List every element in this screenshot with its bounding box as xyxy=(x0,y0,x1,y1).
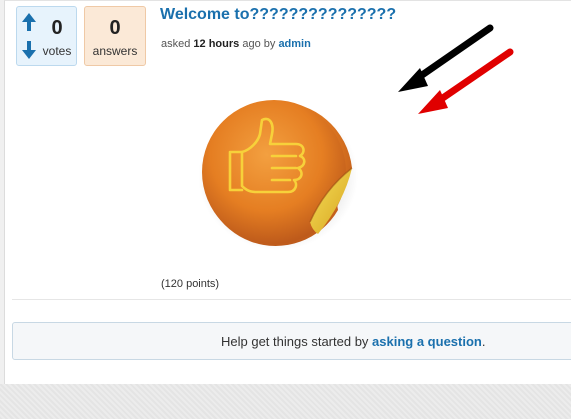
red-arrow-icon xyxy=(418,48,514,114)
meta-time: 12 hours xyxy=(193,38,240,50)
author-points: (120 points) xyxy=(161,278,220,290)
votes-label: votes xyxy=(42,44,72,58)
question-title-link[interactable]: Welcome to??????????????? xyxy=(160,6,396,24)
answers-label: answers xyxy=(92,44,138,58)
annotation-arrows xyxy=(398,24,514,114)
question-meta: asked 12 hours ago by admin xyxy=(161,38,311,50)
black-arrow-icon xyxy=(398,24,494,92)
answers-count: 0 xyxy=(109,17,121,39)
votes-count: 0 xyxy=(51,17,63,39)
arrow-down-icon[interactable] xyxy=(22,41,36,59)
thumbs-up-sticker-icon xyxy=(198,100,358,250)
notice-prefix: Help get things started by xyxy=(221,334,369,349)
divider xyxy=(12,299,571,300)
ask-question-link[interactable]: asking a question xyxy=(372,334,482,349)
votes-box: 0 votes xyxy=(16,6,77,66)
page-background-texture xyxy=(0,384,571,419)
meta-prefix: asked xyxy=(161,38,191,50)
notice-suffix: . xyxy=(481,334,486,349)
meta-middle: ago by xyxy=(242,38,276,50)
notice-text: Help get things started by asking a ques… xyxy=(221,334,485,349)
help-notice: Help get things started by asking a ques… xyxy=(12,322,571,360)
arrow-up-icon[interactable] xyxy=(22,13,36,31)
answers-box: 0 answers xyxy=(84,6,146,66)
author-link[interactable]: admin xyxy=(278,38,310,50)
